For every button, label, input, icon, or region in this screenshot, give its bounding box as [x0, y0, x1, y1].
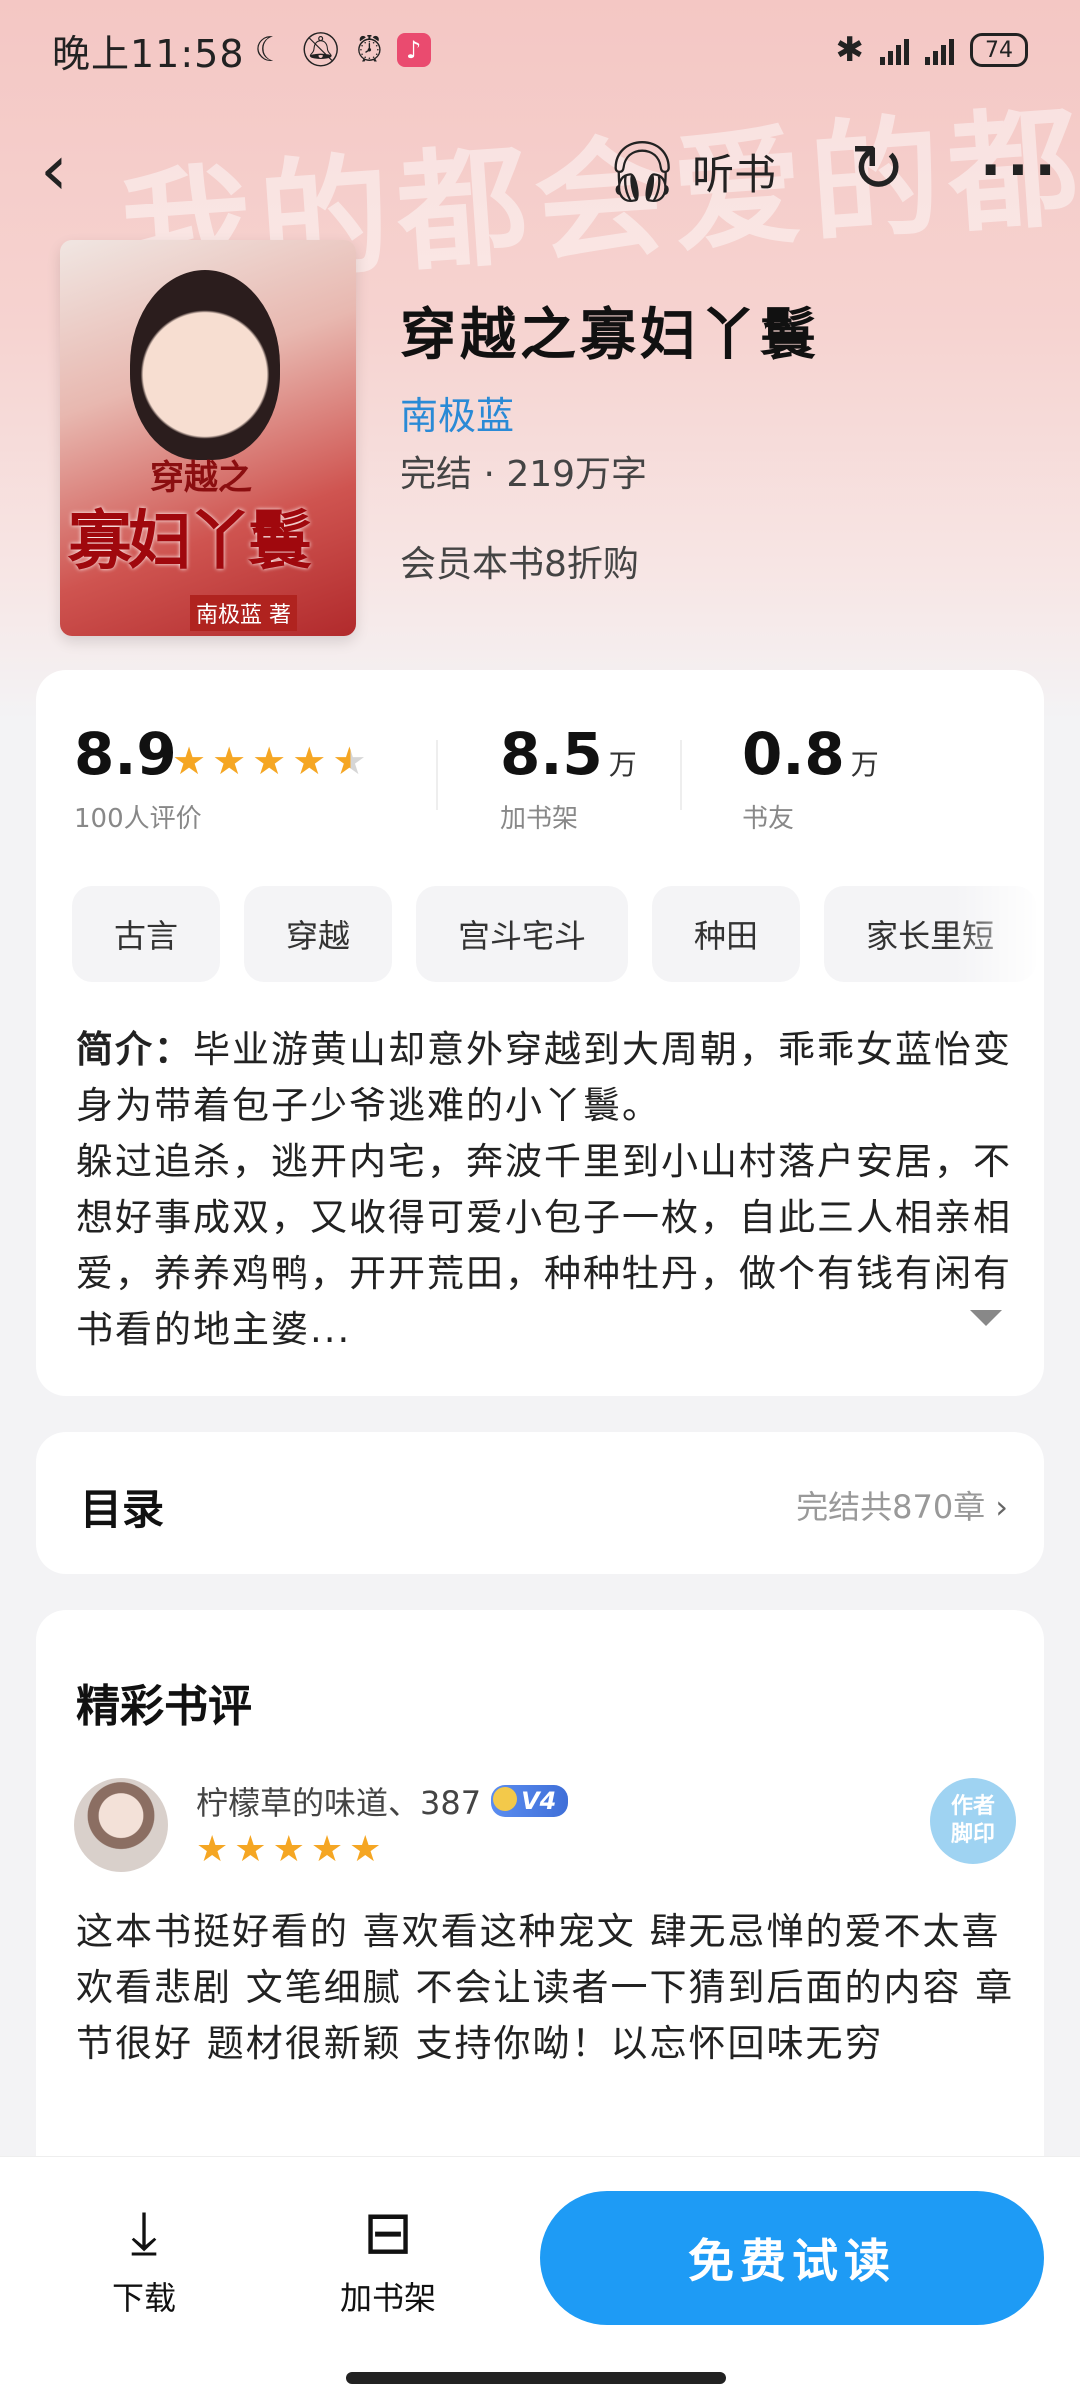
listen-button[interactable]: 🎧︎ 听书: [604, 136, 776, 207]
free-trial-read-button[interactable]: 免费试读: [540, 2191, 1044, 2325]
shelf-value: 8.5: [500, 720, 603, 788]
status-time: 晚上11:58: [52, 31, 245, 76]
book-cover[interactable]: 穿越之 寡妇丫鬟 南极蓝 著: [60, 240, 356, 636]
back-icon[interactable]: ‹: [40, 130, 100, 210]
intro-text-1: 毕业游黄山却意外穿越到大周朝，乖乖女蓝怡变身为带着包子少爷逃难的小丫鬟。: [76, 1028, 1012, 1127]
rating-label: 100人评价: [74, 804, 202, 834]
tags-fade: [954, 886, 1044, 982]
star-icon: ★: [196, 1829, 229, 1870]
reviewer-name-text: 柠檬草的味道、387: [196, 1784, 482, 1822]
cover-illustration: [130, 270, 280, 460]
bottom-action-bar: ⤓ 下载 ⊟ 加书架 免费试读: [0, 2156, 1080, 2400]
toc-title: 目录: [80, 1485, 165, 1534]
toc-summary-text: 完结共870章: [796, 1488, 986, 1526]
cover-title-big: 寡妇丫鬟: [68, 504, 312, 579]
tag-list: 古言 穿越 宫斗宅斗 种田 家长里短: [72, 886, 1044, 982]
battery-icon: 74: [970, 33, 1028, 67]
rating-stars: ★ ★ ★ ★ ★: [172, 742, 366, 780]
intro-text-2: 躲过追杀，逃开内宅，奔波千里到小山村落户安居，不想好事成双，又收得可爱小包子一枚…: [76, 1140, 1012, 1351]
tag-chip[interactable]: 宫斗宅斗: [416, 886, 629, 982]
add-to-shelf-label: 加书架: [340, 2279, 437, 2317]
seal-line-2: 脚印: [950, 1822, 995, 1847]
more-icon[interactable]: ···: [980, 138, 1062, 203]
chevron-right-icon: ›: [995, 1488, 1008, 1526]
tag-chip[interactable]: 穿越: [244, 886, 393, 982]
headphones-icon: 🎧︎: [604, 137, 681, 207]
rating-value: 8.9: [74, 720, 177, 788]
bookshelf-icon: ⊟: [362, 2198, 414, 2268]
review-text[interactable]: 这本书挺好看的 喜欢看这种宠文 肆无忌惮的爱不太喜欢看悲剧 文笔细腻 不会让读者…: [76, 1904, 1026, 2072]
download-label: 下载: [112, 2279, 177, 2317]
shelf-unit: 万: [608, 748, 637, 781]
author-link[interactable]: 南极蓝: [400, 385, 514, 440]
intro-label: 简介：: [76, 1028, 193, 1071]
star-icon: ★: [310, 1829, 344, 1870]
friends-stat[interactable]: 0.8 万 书友: [742, 720, 879, 835]
tag-chip[interactable]: 种田: [652, 886, 801, 982]
star-icon: ★: [212, 739, 247, 783]
share-icon[interactable]: ↻: [850, 130, 905, 207]
seal-line-1: 作者: [950, 1794, 995, 1819]
friends-unit: 万: [850, 748, 879, 781]
star-icon: ★: [349, 1829, 382, 1870]
reviewer-name[interactable]: 柠檬草的味道、387 V4: [196, 1778, 569, 1824]
tag-chip[interactable]: 古言: [72, 886, 221, 982]
toc-card[interactable]: 目录 完结共870章 ›: [36, 1432, 1044, 1574]
moon-icon: ☾: [254, 30, 285, 70]
mute-icon: 🔕︎: [299, 30, 343, 70]
vip-discount[interactable]: 会员本书8折购: [400, 535, 639, 587]
home-indicator[interactable]: [346, 2372, 726, 2384]
bluetooth-icon: ✱: [835, 30, 865, 70]
cover-author: 南极蓝 著: [190, 595, 297, 631]
review-stars: ★ ★ ★ ★ ★: [196, 1832, 381, 1868]
shelf-stat: 8.5 万 加书架: [500, 720, 637, 835]
listen-label: 听书: [692, 150, 777, 199]
add-to-shelf-button[interactable]: ⊟ 加书架: [340, 2201, 436, 2319]
star-icon: ★: [252, 739, 287, 783]
download-button[interactable]: ⤓ 下载: [112, 2201, 176, 2319]
status-bar: 晚上11:58 ☾ 🔕︎ ⏰︎ ♪ ✱ 74: [52, 22, 1028, 78]
friends-label: 书友: [742, 804, 795, 834]
divider: [436, 740, 438, 810]
signal-4g-icon: [925, 35, 954, 65]
toc-summary: 完结共870章 ›: [796, 1482, 1008, 1528]
divider: [680, 740, 682, 810]
half-star-icon: ★: [332, 739, 367, 783]
alarm-icon: ⏰︎: [356, 30, 383, 70]
signal-5g-icon: [880, 35, 909, 65]
star-icon: ★: [272, 1829, 305, 1870]
download-icon: ⤓: [130, 2198, 158, 2268]
avatar[interactable]: [74, 1778, 168, 1872]
shelf-label: 加书架: [500, 804, 579, 834]
star-icon: ★: [292, 739, 327, 783]
tiktok-icon: ♪: [396, 33, 431, 67]
author-footprint-seal: 作者 脚印: [930, 1778, 1016, 1864]
reviews-title: 精彩书评: [76, 1681, 252, 1732]
star-icon: ★: [234, 1829, 267, 1870]
star-icon: ★: [172, 739, 207, 783]
book-meta: 完结 · 219万字: [400, 454, 648, 495]
friends-value: 0.8: [742, 720, 845, 788]
book-info-card: 8.9 100人评价 ★ ★ ★ ★ ★ 8.5 万 加书架 0.8 万 书友 古言…: [36, 670, 1044, 1396]
top-nav: ‹ 🎧︎ 听书 ↻ ···: [0, 130, 1080, 210]
book-intro[interactable]: 简介：毕业游黄山却意外穿越到大周朝，乖乖女蓝怡变身为带着包子少爷逃难的小丫鬟。 …: [76, 1022, 1036, 1358]
expand-arrow-icon[interactable]: [970, 1310, 1002, 1326]
vip-level-badge: V4: [491, 1785, 569, 1817]
book-title: 穿越之寡妇丫鬟: [400, 302, 820, 368]
